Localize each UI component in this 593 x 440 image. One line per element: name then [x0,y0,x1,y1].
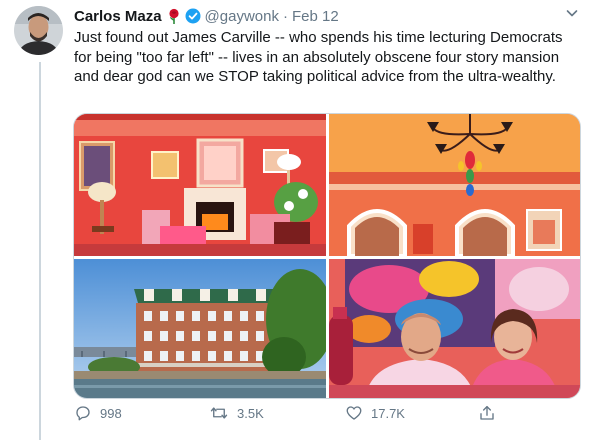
reply-button[interactable]: 998 [74,404,122,422]
tweet-actions: 998 3.5K 17.7K [74,404,504,430]
retweet-button[interactable]: 3.5K [209,404,264,422]
photo-chandelier-room[interactable] [329,114,580,256]
photo-mansion-exterior[interactable] [74,259,326,398]
avatar[interactable] [14,6,63,55]
author-handle[interactable]: @gaywonk [205,8,279,25]
tweet-date[interactable]: Feb 12 [292,8,339,25]
thread-line [39,62,41,440]
chevron-down-icon[interactable] [565,6,579,25]
share-icon [480,405,494,420]
tweet-header: Carlos Maza @gaywonk · Feb 12 [74,6,339,26]
retweet-count: 3.5K [237,405,264,421]
photo-couple-portrait[interactable] [329,259,580,398]
separator-dot: · [282,7,288,25]
tweet-text: Just found out James Carville -- who spe… [74,29,563,85]
author-name[interactable]: Carlos Maza [74,8,162,25]
like-icon [346,406,362,420]
like-count: 17.7K [371,405,405,421]
reply-count: 998 [100,405,122,421]
share-button[interactable] [478,404,496,422]
media-grid [73,113,581,399]
photo-living-room[interactable] [74,114,326,256]
rose-icon [167,8,181,25]
like-button[interactable]: 17.7K [345,404,405,422]
verified-badge-icon [185,8,201,24]
reply-icon [76,406,90,421]
retweet-icon [210,407,228,419]
